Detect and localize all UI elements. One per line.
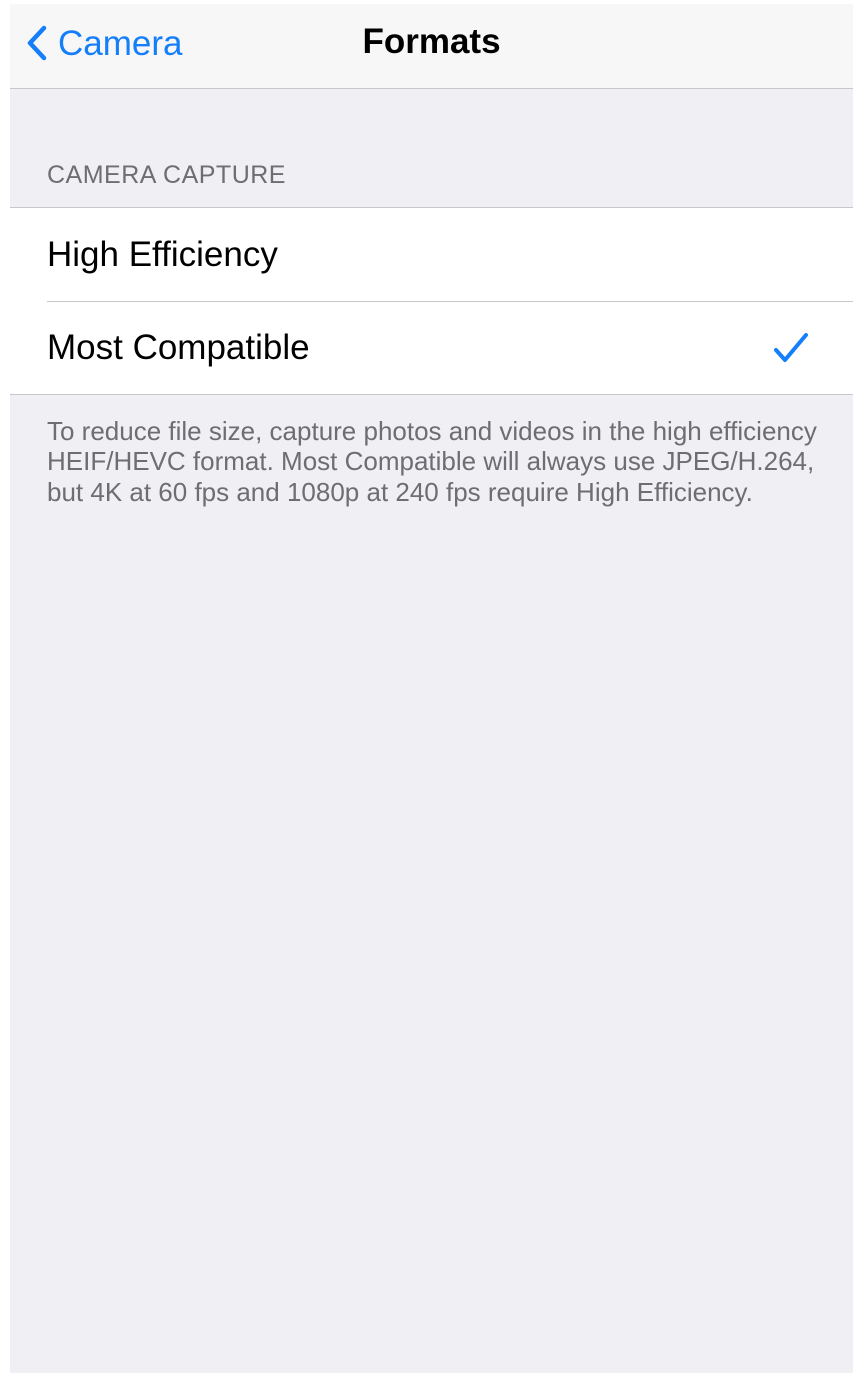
back-button[interactable]: Camera: [26, 18, 182, 68]
back-button-label: Camera: [58, 23, 183, 63]
navigation-bar: Camera Formats: [10, 4, 853, 89]
section-footer-note: To reduce file size, capture photos and …: [47, 416, 817, 507]
checkmark-icon: [774, 333, 808, 362]
option-high-efficiency[interactable]: High Efficiency: [10, 208, 853, 301]
option-label: High Efficiency: [47, 235, 278, 274]
option-label: Most Compatible: [47, 328, 310, 367]
options-list: High Efficiency Most Compatible: [10, 207, 853, 395]
option-most-compatible[interactable]: Most Compatible: [10, 301, 853, 394]
formats-screen: Camera Formats CAMERA CAPTURE High Effic…: [10, 4, 853, 1373]
section-header: CAMERA CAPTURE: [47, 161, 286, 189]
chevron-left-icon: [27, 25, 47, 61]
page-title: Formats: [362, 22, 501, 61]
